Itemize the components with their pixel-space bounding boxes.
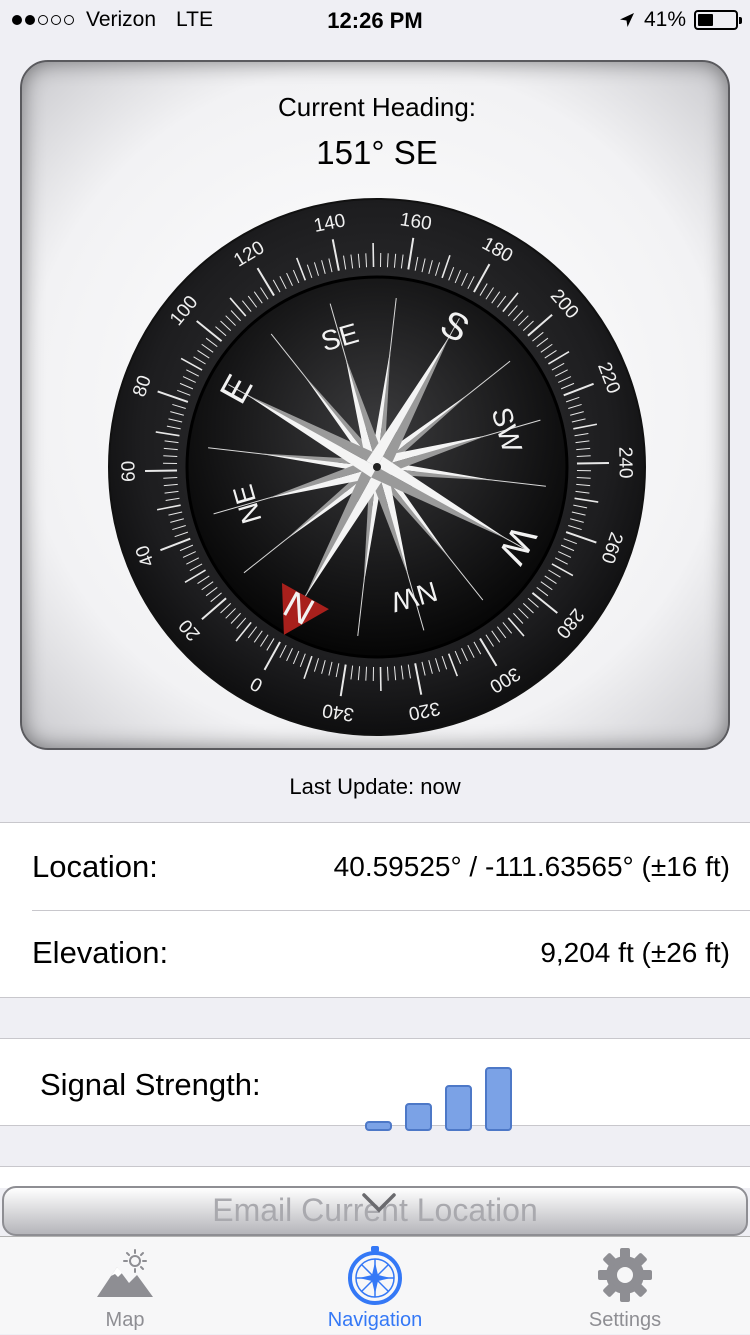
signal-group: Signal Strength:	[0, 1038, 750, 1126]
dial-number: 60	[118, 461, 139, 483]
heading-label: Current Heading:	[22, 92, 732, 123]
dial-tick	[577, 463, 609, 464]
heading-value: 151° SE	[22, 134, 732, 172]
gear-icon	[595, 1245, 655, 1305]
status-right: 41%	[618, 8, 738, 32]
email-location-button[interactable]: Email Current Location	[2, 1186, 748, 1236]
compass-panel: Current Heading: 151° SE 020406080100120…	[20, 60, 730, 750]
tab-label: Navigation	[250, 1309, 500, 1332]
email-group	[0, 1166, 750, 1188]
location-arrow-icon	[618, 11, 636, 29]
dial-number: 240	[614, 447, 636, 479]
map-mountain-icon	[95, 1245, 155, 1305]
signal-bar	[485, 1067, 512, 1131]
status-bar: Verizon LTE 12:26 PM 41%	[0, 0, 750, 40]
signal-bar	[405, 1103, 432, 1131]
signal-strength-bars	[365, 1057, 525, 1137]
dial-tick	[145, 470, 177, 471]
tab-navigation[interactable]: Navigation	[250, 1237, 500, 1335]
compass-dial[interactable]: 0204060801001201401601802002202402602803…	[107, 197, 647, 737]
compass-icon	[345, 1245, 405, 1305]
chevron-down-icon	[362, 1192, 396, 1214]
tab-settings[interactable]: Settings	[500, 1237, 750, 1335]
tab-label: Settings	[500, 1309, 750, 1332]
elevation-row[interactable]: Elevation: 9,204 ft (±26 ft)	[32, 929, 730, 977]
last-update: Last Update: now	[0, 774, 750, 800]
row-divider	[32, 910, 750, 911]
signal-bar	[365, 1121, 392, 1131]
signal-bar	[445, 1085, 472, 1131]
battery-icon	[694, 10, 738, 30]
elevation-value: 9,204 ft (±26 ft)	[540, 937, 730, 969]
battery-fill	[698, 14, 713, 26]
location-row[interactable]: Location: 40.59525° / -111.63565° (±16 f…	[32, 843, 730, 891]
elevation-label: Elevation:	[32, 935, 168, 971]
tab-label: Map	[0, 1309, 250, 1332]
tab-bar: Map Navigation	[0, 1236, 750, 1334]
signal-strength-label: Signal Strength:	[40, 1067, 261, 1103]
tab-map[interactable]: Map	[0, 1237, 250, 1335]
location-group: Location: 40.59525° / -111.63565° (±16 f…	[0, 822, 750, 998]
rose-center	[373, 463, 381, 471]
location-label: Location:	[32, 849, 158, 885]
location-value: 40.59525° / -111.63565° (±16 ft)	[334, 851, 730, 883]
battery-percent: 41%	[644, 8, 686, 32]
